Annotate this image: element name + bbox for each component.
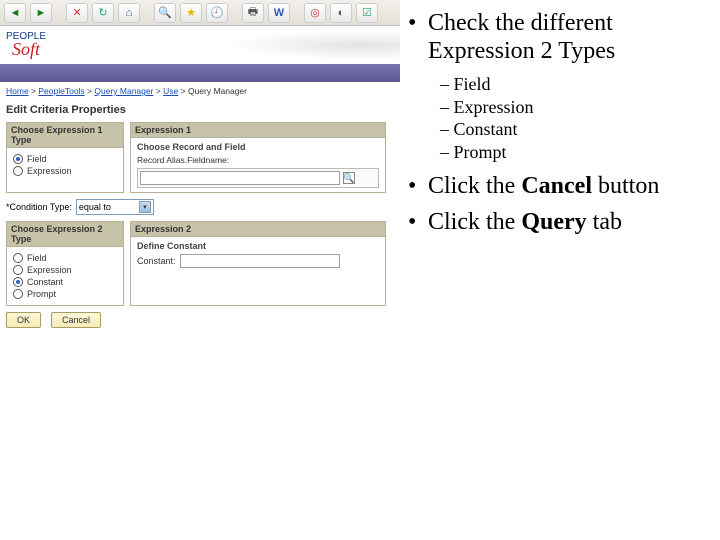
radio-icon xyxy=(13,166,23,176)
radio-icon xyxy=(13,253,23,263)
forward-icon[interactable]: ► xyxy=(30,3,52,23)
instruction-notes: Check the different Expression 2 Types F… xyxy=(400,0,720,540)
page-title: Edit Criteria Properties xyxy=(6,104,394,116)
bc-peopletools[interactable]: PeopleTools xyxy=(38,86,84,96)
logo-band: PEOPLE Soft xyxy=(0,26,400,64)
expr1-head: Expression 1 xyxy=(131,123,385,138)
expr1-panel: Expression 1 Choose Record and Field Rec… xyxy=(130,122,386,193)
ext-icon-3[interactable]: ☑ xyxy=(356,3,378,23)
ok-button[interactable]: OK xyxy=(6,312,41,328)
note-2a: Click the xyxy=(428,173,521,199)
expr1-type-expression[interactable]: Expression xyxy=(13,166,117,176)
expr2-type-expression[interactable]: Expression xyxy=(13,265,117,275)
radio-label: Constant xyxy=(27,277,63,287)
radio-label: Field xyxy=(27,154,47,164)
condition-label: *Condition Type: xyxy=(6,202,72,212)
radio-icon xyxy=(13,154,23,164)
breadcrumb-path: Home > PeopleTools > Query Manager > Use… xyxy=(6,86,247,96)
chevron-down-icon: ▾ xyxy=(139,201,151,213)
constant-label: Constant: xyxy=(137,256,176,266)
note-1-sub-constant: Constant xyxy=(440,118,712,141)
note-3b: Query xyxy=(521,209,586,235)
note-1-sub-expression: Expression xyxy=(440,96,712,119)
bc-current: Query Manager xyxy=(188,86,247,96)
print-icon[interactable]: 🖶 xyxy=(242,3,264,23)
top-nav: Home Worklist Help Sign Out xyxy=(0,64,400,82)
bc-use[interactable]: Use xyxy=(163,86,178,96)
browser-toolbar: ◄ ► ✕ ↻ ⌂ 🔍 ★ 🕘 🖶 W ◎ ◐ ☑ PDF _ □ ✕ xyxy=(0,0,400,26)
note-2c: button xyxy=(592,173,659,199)
ext-icon-2[interactable]: ◐ xyxy=(330,3,352,23)
expr1-subhead: Choose Record and Field xyxy=(137,142,379,152)
condition-row: *Condition Type: equal to ▾ xyxy=(6,199,394,215)
note-3: Click the Query tab xyxy=(408,209,712,237)
note-1: Check the different Expression 2 Types xyxy=(408,10,712,65)
expr2-head: Expression 2 xyxy=(131,222,385,237)
expr1-field-row: 🔍 xyxy=(137,168,379,188)
expr2-subhead: Define Constant xyxy=(137,241,379,251)
note-3c: tab xyxy=(587,209,622,235)
logo-bottom: Soft xyxy=(6,42,46,57)
expr1-type-field[interactable]: Field xyxy=(13,154,117,164)
note-2b: Cancel xyxy=(521,173,592,199)
radio-label: Expression xyxy=(27,265,72,275)
expr2-type-field[interactable]: Field xyxy=(13,253,117,263)
history-icon[interactable]: 🕘 xyxy=(206,3,228,23)
back-icon[interactable]: ◄ xyxy=(4,3,26,23)
bc-home[interactable]: Home xyxy=(6,86,29,96)
search-icon[interactable]: 🔍 xyxy=(154,3,176,23)
radio-icon xyxy=(13,277,23,287)
bc-querymgr[interactable]: Query Manager xyxy=(94,86,153,96)
note-3a: Click the xyxy=(428,209,521,235)
radio-label: Field xyxy=(27,253,47,263)
note-1-sub-field: Field xyxy=(440,73,712,96)
radio-label: Expression xyxy=(27,166,72,176)
expr2-type-head: Choose Expression 2 Type xyxy=(7,222,123,247)
expr1-type-panel: Choose Expression 1 Type Field Expressio… xyxy=(6,122,124,193)
expr2-type-panel: Choose Expression 2 Type Field Expressio… xyxy=(6,221,124,306)
lookup-icon[interactable]: 🔍 xyxy=(343,172,355,184)
note-2: Click the Cancel button xyxy=(408,173,712,201)
condition-type-select[interactable]: equal to ▾ xyxy=(76,199,154,215)
radio-icon xyxy=(13,289,23,299)
header-swoosh xyxy=(200,28,400,62)
refresh-icon[interactable]: ↻ xyxy=(92,3,114,23)
expr2-type-prompt[interactable]: Prompt xyxy=(13,289,117,299)
peoplesoft-logo: PEOPLE Soft xyxy=(6,33,46,57)
cancel-button[interactable]: Cancel xyxy=(51,312,101,328)
expr2-panel: Expression 2 Define Constant Constant: xyxy=(130,221,386,306)
radio-label: Prompt xyxy=(27,289,56,299)
expr2-type-constant[interactable]: Constant xyxy=(13,277,117,287)
word-icon[interactable]: W xyxy=(268,3,290,23)
ext-icon-1[interactable]: ◎ xyxy=(304,3,326,23)
expr1-type-head: Choose Expression 1 Type xyxy=(7,123,123,148)
note-1-sub-prompt: Prompt xyxy=(440,141,712,164)
record-fieldname-input[interactable] xyxy=(140,171,340,185)
expr1-label: Record Alias.Fieldname: xyxy=(137,155,379,165)
radio-icon xyxy=(13,265,23,275)
constant-input[interactable] xyxy=(180,254,340,268)
stop-icon[interactable]: ✕ xyxy=(66,3,88,23)
home-icon[interactable]: ⌂ xyxy=(118,3,140,23)
favorites-icon[interactable]: ★ xyxy=(180,3,202,23)
content-area: Edit Criteria Properties Choose Expressi… xyxy=(0,100,400,332)
breadcrumb: Home > PeopleTools > Query Manager > Use… xyxy=(0,82,400,100)
condition-value: equal to xyxy=(79,202,111,212)
